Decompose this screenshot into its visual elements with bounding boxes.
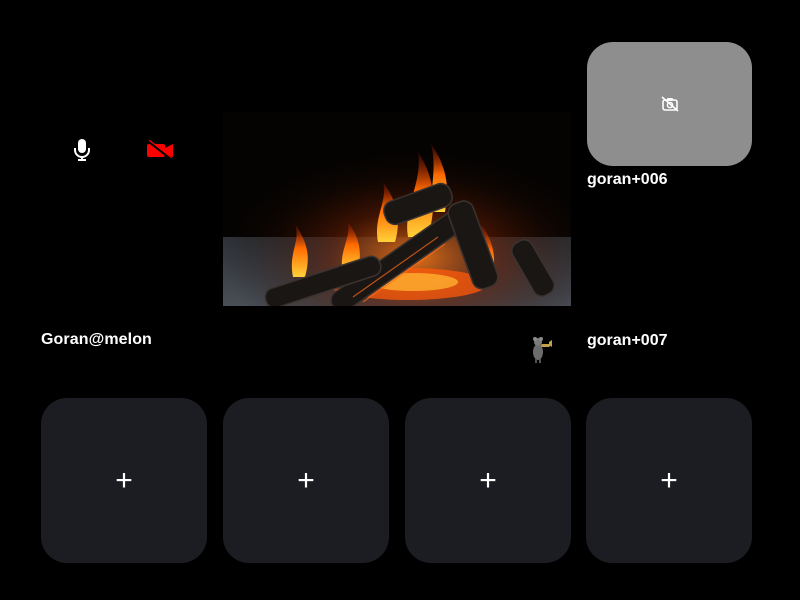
fireplace-image <box>223 112 571 306</box>
add-participant-slot[interactable]: + <box>586 398 752 563</box>
remote-participant-name: goran+007 <box>587 332 668 349</box>
video-feed <box>223 112 571 306</box>
microphone-toggle[interactable] <box>70 138 94 162</box>
conference-stage: Goran@melon goran+006 goran+007 + + + + <box>0 0 800 600</box>
self-participant-name: Goran@melon <box>41 331 152 348</box>
add-participant-slot[interactable]: + <box>223 398 389 563</box>
plus-icon: + <box>479 463 497 497</box>
remote-participant-name: goran+006 <box>587 171 668 188</box>
plus-icon: + <box>660 463 678 497</box>
plus-icon: + <box>297 463 315 497</box>
camera-off-icon <box>660 96 679 112</box>
mascot-avatar-icon <box>533 337 552 363</box>
video-off-icon <box>147 140 173 160</box>
camera-toggle[interactable] <box>145 138 175 162</box>
plus-icon: + <box>115 463 133 497</box>
remote-participant-tile <box>587 42 752 166</box>
add-participant-slot[interactable]: + <box>405 398 571 563</box>
add-participant-slot[interactable]: + <box>41 398 207 563</box>
microphone-icon <box>74 139 90 161</box>
